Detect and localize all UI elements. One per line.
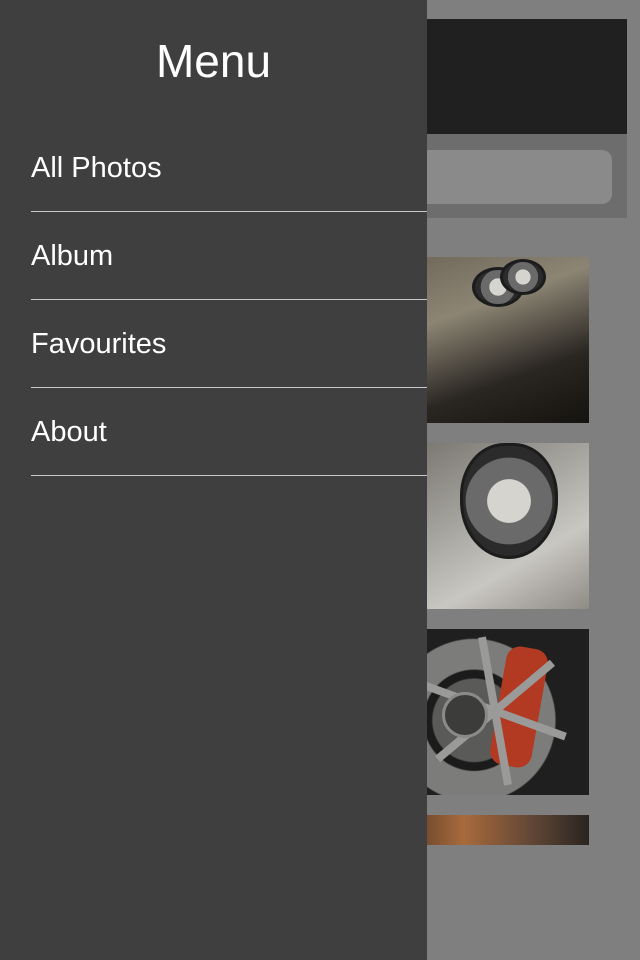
menu-item-label: All Photos [31, 152, 162, 184]
headlight-shape [460, 443, 558, 559]
side-drawer-menu: Menu All Photos Album Favourites About [0, 0, 427, 960]
menu-title: Menu [155, 35, 272, 87]
menu-item-label: Album [31, 240, 114, 272]
app-root: Menu All Photos Album Favourites About [0, 0, 640, 960]
headlight-shape [500, 259, 546, 295]
menu-divider [31, 475, 427, 476]
menu-item-label: About [31, 416, 107, 448]
menu-list: All Photos Album Favourites About [0, 124, 427, 476]
menu-item-all-photos[interactable]: All Photos [0, 124, 427, 212]
menu-item-about[interactable]: About [0, 388, 427, 476]
wheel-hub-shape [442, 692, 488, 738]
menu-item-album[interactable]: Album [0, 212, 427, 300]
menu-item-favourites[interactable]: Favourites [0, 300, 427, 388]
menu-item-label: Favourites [31, 328, 167, 360]
